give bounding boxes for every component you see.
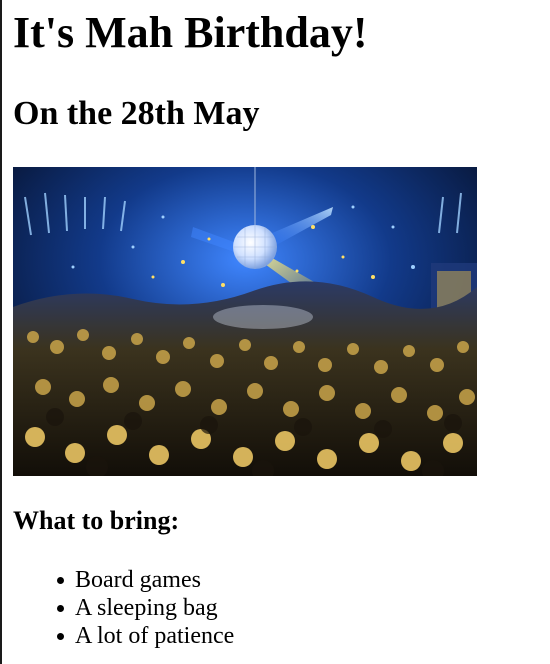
party-photo <box>13 167 477 476</box>
page-title: It's Mah Birthday! <box>13 8 368 57</box>
bring-list: Board games A sleeping bag A lot of pati… <box>13 566 234 650</box>
list-item: Board games <box>13 566 234 594</box>
bring-heading: What to bring: <box>13 506 180 535</box>
list-item: A sleeping bag <box>13 594 234 622</box>
event-date: On the 28th May <box>13 95 260 132</box>
list-item: A lot of patience <box>13 622 234 650</box>
window-left-edge <box>0 0 2 664</box>
